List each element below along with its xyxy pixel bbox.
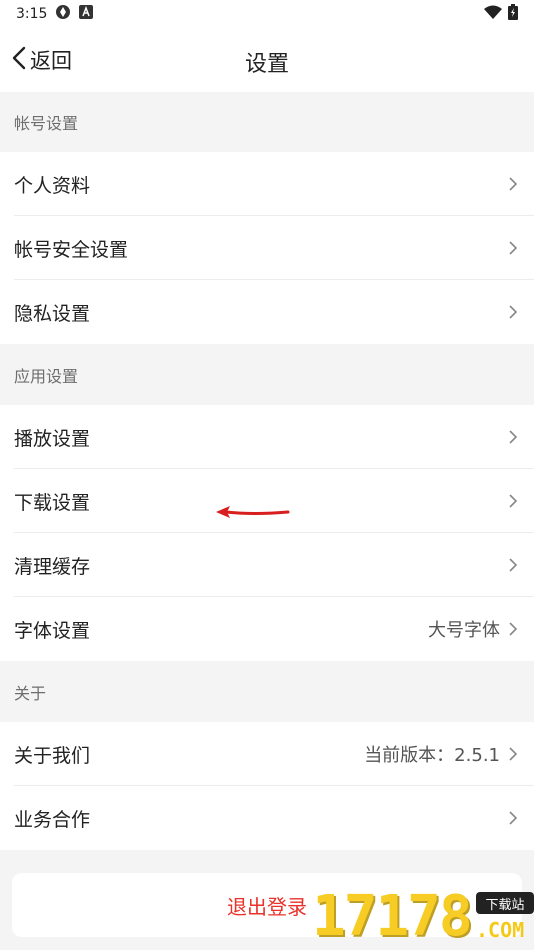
page-title: 设置 (244, 52, 289, 77)
settings-item-value: 大号字体 (428, 620, 500, 641)
chevron-right-icon (508, 621, 520, 637)
settings-item-font[interactable]: 字体设置 大号字体 (0, 597, 534, 661)
status-time: 3:15 (16, 6, 48, 22)
back-label: 返回 (30, 49, 72, 73)
chevron-right-icon (508, 746, 520, 762)
chevron-left-icon (12, 46, 26, 75)
chevron-right-icon (508, 557, 520, 573)
app-notification-icon (79, 5, 94, 23)
sync-icon (55, 4, 71, 24)
settings-item-account-security[interactable]: 帐号安全设置 (0, 216, 534, 280)
section-header-account: 帐号设置 (0, 92, 534, 152)
battery-icon (508, 4, 518, 24)
settings-item-value: 当前版本：2.5.1 (364, 745, 500, 766)
logout-button[interactable]: 退出登录 (12, 873, 522, 937)
settings-item-clear-cache[interactable]: 清理缓存 (0, 533, 534, 597)
chevron-right-icon (508, 429, 520, 445)
settings-item-label: 隐私设置 (14, 302, 91, 325)
settings-item-label: 关于我们 (14, 744, 91, 767)
chevron-right-icon (508, 810, 520, 826)
back-button[interactable]: 返回 (12, 42, 72, 78)
chevron-right-icon (508, 304, 520, 320)
section-header-app: 应用设置 (0, 345, 534, 405)
settings-item-label: 业务合作 (14, 808, 91, 831)
wifi-icon (484, 5, 502, 23)
settings-item-business[interactable]: 业务合作 (0, 786, 534, 850)
settings-item-about-us[interactable]: 关于我们 当前版本：2.5.1 (0, 722, 534, 786)
settings-item-privacy[interactable]: 隐私设置 (0, 280, 534, 344)
settings-item-profile[interactable]: 个人资料 (0, 152, 534, 216)
chevron-right-icon (508, 493, 520, 509)
settings-item-label: 帐号安全设置 (14, 238, 129, 261)
status-right (484, 4, 518, 24)
section-header-about: 关于 (0, 662, 534, 722)
chevron-right-icon (508, 240, 520, 256)
settings-item-label: 下载设置 (14, 491, 91, 514)
nav-bar: 返回 设置 (0, 28, 534, 92)
chevron-right-icon (508, 176, 520, 192)
settings-item-download[interactable]: 下载设置 (0, 469, 534, 533)
annotation-arrow-icon (216, 506, 290, 518)
status-left: 3:15 (16, 4, 94, 24)
status-bar: 3:15 (0, 0, 534, 28)
settings-item-label: 清理缓存 (14, 555, 91, 578)
settings-item-label: 字体设置 (14, 619, 91, 642)
settings-item-label: 播放设置 (14, 427, 91, 450)
settings-item-label: 个人资料 (14, 174, 91, 197)
settings-item-playback[interactable]: 播放设置 (0, 405, 534, 469)
